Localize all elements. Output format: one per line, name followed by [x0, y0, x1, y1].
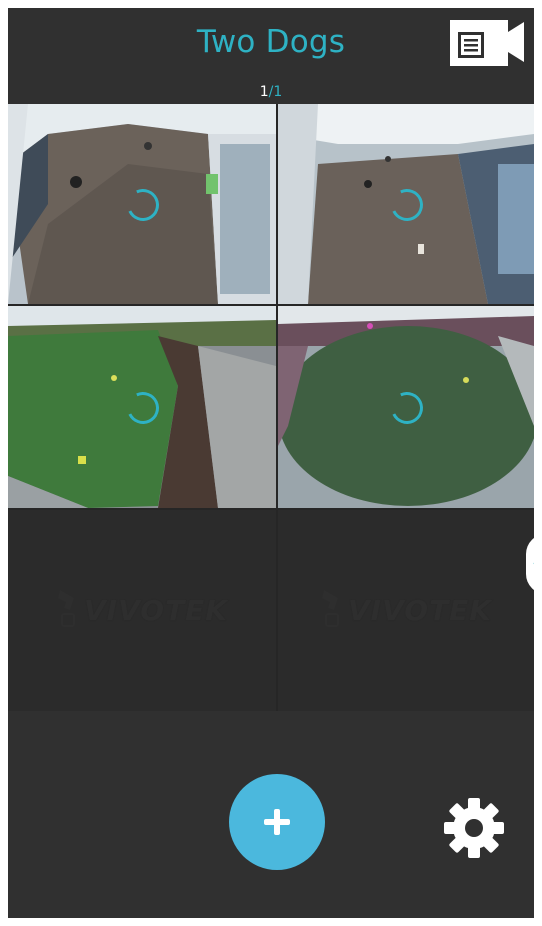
page-total: 1: [273, 84, 283, 100]
camera-grid: VIVOTEK VIVOTEK ‹: [8, 104, 534, 711]
camera-tile-3[interactable]: [8, 306, 276, 508]
plus-icon: [274, 809, 280, 835]
gear-icon: [444, 798, 504, 858]
settings-button[interactable]: [442, 796, 506, 860]
vivotek-logo-mark: [322, 589, 339, 627]
vivotek-logo-text: VIVOTEK: [348, 594, 492, 627]
page-current: 1: [259, 84, 269, 100]
empty-camera-slot[interactable]: VIVOTEK: [8, 510, 276, 711]
vivotek-logo-text: VIVOTEK: [84, 594, 228, 627]
vivotek-logo: VIVOTEK: [278, 510, 534, 711]
header-bar: Two Dogs 1/1: [8, 8, 534, 104]
camera-list-button[interactable]: [448, 18, 528, 70]
camera-tile-2[interactable]: [278, 104, 534, 304]
app-screen: Two Dogs 1/1 VIVOTEK VIVOTEK: [8, 8, 534, 918]
empty-camera-slot[interactable]: VIVOTEK: [278, 510, 534, 711]
vivotek-logo-mark: [58, 589, 75, 627]
bottom-bar: [8, 711, 534, 918]
page-indicator: 1/1: [8, 84, 534, 100]
add-camera-button[interactable]: [229, 774, 325, 870]
chevron-left-icon: ‹: [532, 551, 534, 576]
vivotek-logo: VIVOTEK: [8, 510, 276, 711]
camera-tile-1[interactable]: [8, 104, 276, 304]
camera-list-icon: [450, 20, 524, 66]
camera-tile-4[interactable]: [278, 306, 534, 508]
